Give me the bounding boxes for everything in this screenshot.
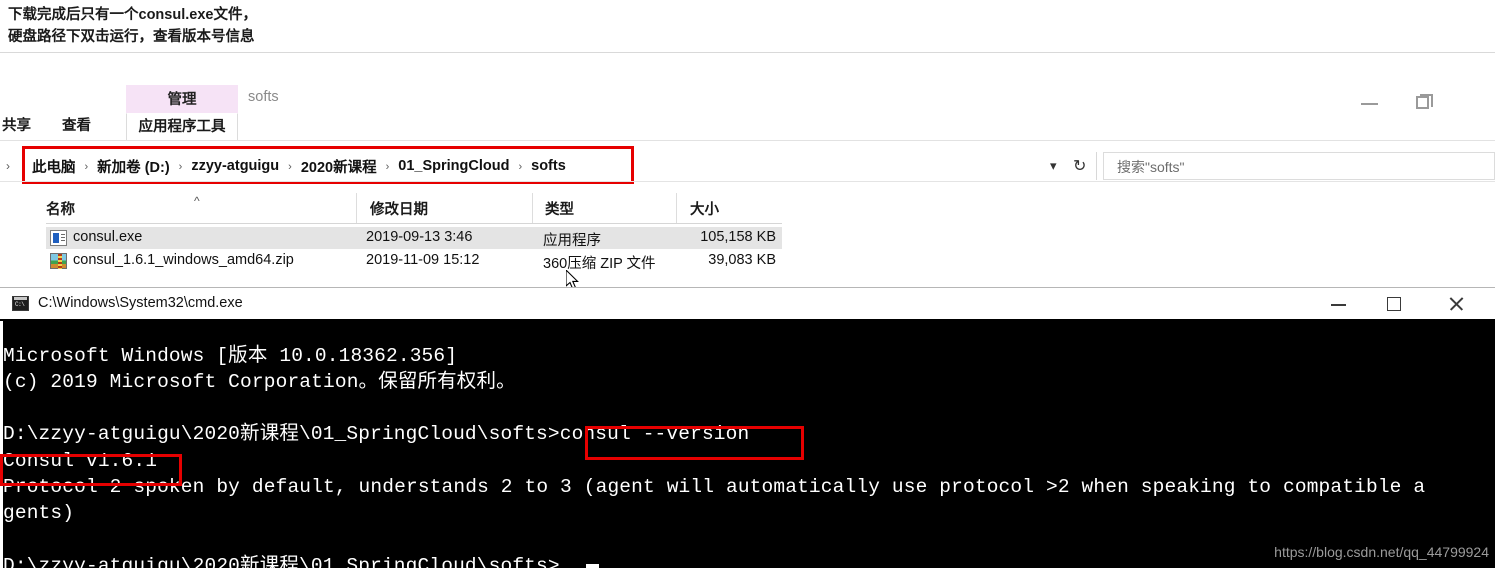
- breadcrumb-separator-icon: ›: [78, 161, 96, 173]
- file-name: consul_1.6.1_windows_amd64.zip: [73, 252, 294, 268]
- breadcrumb-separator-icon: ›: [379, 161, 397, 173]
- minimize-icon: [1361, 103, 1378, 105]
- column-divider[interactable]: [532, 193, 533, 223]
- window-title: softs: [248, 89, 279, 105]
- breadcrumb-separator-icon: ›: [281, 161, 299, 173]
- column-header-name[interactable]: 名称: [46, 198, 75, 219]
- explorer-restore-button[interactable]: [1410, 91, 1440, 115]
- minimize-icon: [1331, 304, 1346, 306]
- column-divider[interactable]: [676, 193, 677, 223]
- tab-share[interactable]: 共享: [2, 113, 31, 140]
- search-input-placeholder: 搜索"softs": [1117, 157, 1185, 177]
- chevron-down-icon[interactable]: ▾: [1050, 158, 1057, 174]
- file-type: 360压缩 ZIP 文件: [543, 252, 656, 273]
- cmd-maximize-button[interactable]: [1372, 288, 1418, 319]
- cmd-close-button[interactable]: [1434, 288, 1480, 319]
- exe-file-icon: [50, 230, 67, 246]
- annotation-note: 下载完成后只有一个consul.exe文件， 硬盘路径下双击运行，查看版本号信息: [8, 4, 608, 48]
- refresh-icon[interactable]: ↻: [1073, 156, 1086, 176]
- file-name: consul.exe: [73, 229, 142, 245]
- breadcrumb-item-drive-d[interactable]: 新加卷 (D:): [95, 156, 172, 177]
- file-list-column-headers: 名称 修改日期 类型 大小 ^: [0, 193, 782, 223]
- column-header-date-modified[interactable]: 修改日期: [370, 198, 428, 219]
- table-row[interactable]: consul_1.6.1_windows_amd64.zip 2019-11-0…: [46, 250, 782, 272]
- breadcrumb[interactable]: 此电脑 › 新加卷 (D:) › zzyy-atguigu › 2020新课程 …: [30, 150, 568, 182]
- breadcrumb-separator-icon: ›: [172, 161, 190, 173]
- zip-file-icon: [50, 253, 67, 269]
- table-row[interactable]: consul.exe 2019-09-13 3:46 应用程序 105,158 …: [46, 227, 782, 249]
- breadcrumb-item-zzyy-atguigu[interactable]: zzyy-atguigu: [189, 158, 281, 174]
- breadcrumb-item-2020-course[interactable]: 2020新课程: [299, 156, 379, 177]
- breadcrumb-item-springcloud[interactable]: 01_SpringCloud: [396, 158, 511, 174]
- explorer-minimize-button[interactable]: [1355, 91, 1385, 115]
- address-search-divider: [1096, 152, 1097, 180]
- cmd-icon-label: C:\: [15, 301, 24, 308]
- close-icon: [1448, 296, 1464, 312]
- console-caret: [586, 564, 599, 568]
- explorer-ribbon: 管理 softs 共享 查看 应用程序工具: [0, 55, 1495, 140]
- file-size: 39,083 KB: [686, 252, 776, 268]
- breadcrumb-separator-icon: ›: [511, 161, 529, 173]
- column-divider[interactable]: [356, 193, 357, 223]
- note-divider: [0, 52, 1495, 53]
- ribbon-separator: [0, 140, 1495, 141]
- command-prompt-window: C:\ C:\Windows\System32\cmd.exe Microsof…: [0, 287, 1495, 566]
- file-type: 应用程序: [543, 229, 601, 250]
- address-bar-underline: [0, 181, 1495, 182]
- breadcrumb-overflow-chevron-icon[interactable]: ›: [6, 159, 10, 173]
- file-date-modified: 2019-11-09 15:12: [366, 252, 479, 268]
- file-explorer-window: 管理 softs 共享 查看 应用程序工具 › 此电脑 › 新加卷 (D:) ›…: [0, 55, 1495, 287]
- annotation-note-line1: 下载完成后只有一个consul.exe文件，: [8, 7, 257, 23]
- maximize-icon: [1387, 297, 1401, 311]
- breadcrumb-item-softs[interactable]: softs: [529, 158, 568, 174]
- cmd-window-title: C:\Windows\System32\cmd.exe: [38, 295, 243, 311]
- column-header-size[interactable]: 大小: [690, 198, 719, 219]
- file-size: 105,158 KB: [686, 229, 776, 245]
- file-list: 名称 修改日期 类型 大小 ^ consul.exe 2019-09-13 3:…: [0, 193, 1495, 287]
- console-text: Microsoft Windows [版本 10.0.18362.356] (c…: [3, 343, 1495, 568]
- annotation-note-line2: 硬盘路径下双击运行，查看版本号信息: [8, 29, 255, 45]
- cmd-console-output-area[interactable]: Microsoft Windows [版本 10.0.18362.356] (c…: [0, 319, 1495, 568]
- tab-view[interactable]: 查看: [62, 113, 91, 140]
- cmd-icon: C:\: [12, 296, 29, 311]
- sort-ascending-icon: ^: [194, 194, 200, 208]
- cmd-title-bar[interactable]: C:\ C:\Windows\System32\cmd.exe: [0, 287, 1495, 320]
- tab-application-tools[interactable]: 应用程序工具: [126, 113, 238, 140]
- file-date-modified: 2019-09-13 3:46: [366, 229, 472, 245]
- column-header-type[interactable]: 类型: [545, 198, 574, 219]
- column-headers-underline: [46, 223, 782, 224]
- breadcrumb-item-this-pc[interactable]: 此电脑: [30, 156, 78, 177]
- cmd-minimize-button[interactable]: [1317, 288, 1363, 319]
- watermark: https://blog.csdn.net/qq_44799924: [1274, 544, 1489, 560]
- contextual-tab-band-label: 管理: [126, 88, 238, 109]
- restore-icon: [1416, 96, 1429, 109]
- address-bar-row: › 此电脑 › 新加卷 (D:) › zzyy-atguigu › 2020新课…: [0, 150, 1495, 182]
